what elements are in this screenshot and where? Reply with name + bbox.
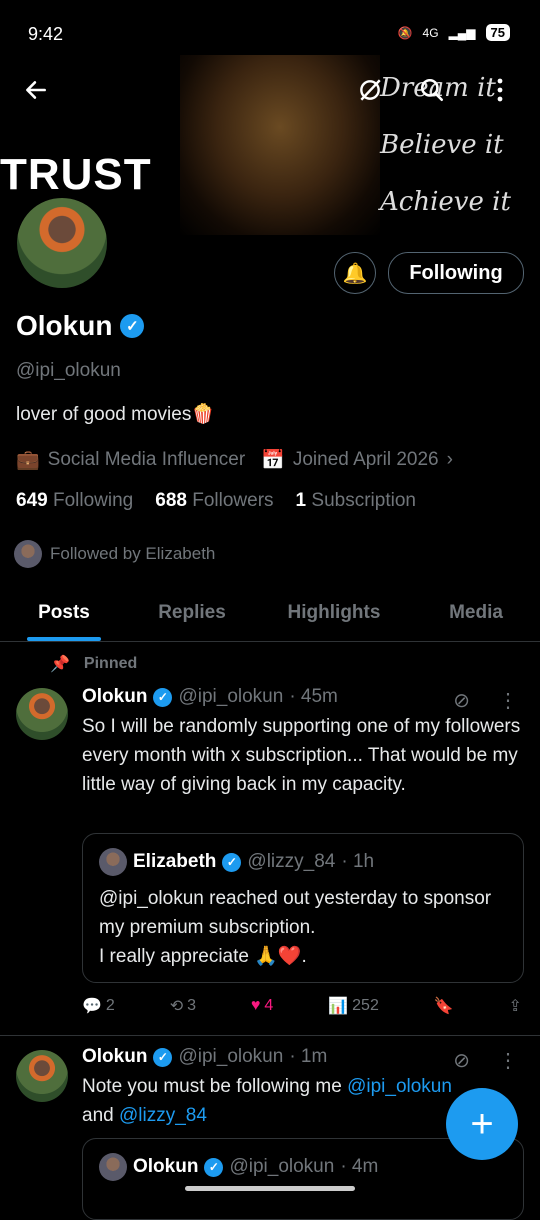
pinned-label: Pinned (83, 655, 138, 672)
share-icon[interactable]: ⇪ (509, 996, 522, 1016)
followers-count-link[interactable]: 688 Followers (155, 490, 273, 512)
like-button[interactable]: ♥ 4 (251, 996, 273, 1016)
mention-link[interactable]: @ipi_olokun (347, 1076, 452, 1097)
profile-tabs: Posts Replies Highlights Media (0, 585, 540, 642)
grok-icon[interactable]: ⊘ (453, 1048, 470, 1073)
reply-icon: 💬 (82, 998, 102, 1015)
notification-bell-button[interactable]: 🔔 (334, 252, 376, 294)
banner-line: Achieve it (380, 187, 511, 217)
quoted-author-handle: @ipi_olokun (229, 1156, 335, 1177)
profile-avatar[interactable] (14, 195, 110, 291)
following-button[interactable]: Following (388, 252, 524, 294)
views-button[interactable]: 📊 252 (328, 996, 379, 1016)
post-header: Olokun ✓ @ipi_olokun · 1m (82, 1046, 327, 1068)
followed-by-text: Followed by Elizabeth (50, 544, 216, 563)
profile-counts: 649 Following 688 Followers 1 Subscripti… (16, 490, 416, 512)
subscription-count-link[interactable]: 1 Subscription (296, 490, 416, 512)
profile-name-row: Olokun ✓ (16, 310, 145, 342)
post-avatar[interactable] (16, 688, 68, 740)
verified-badge-icon: ✓ (153, 687, 173, 707)
quoted-author-name: Olokun (133, 1156, 199, 1177)
profile-bio: lover of good movies🍿 (16, 404, 215, 425)
post-divider (0, 1035, 540, 1036)
mute-icon: 🔕 (397, 25, 413, 40)
bookmark-icon[interactable]: 🔖 (434, 996, 454, 1016)
profile-joined: Joined April 2026 (292, 449, 439, 470)
heart-icon: ♥ (250, 997, 261, 1014)
quoted-time: · 4m (340, 1156, 379, 1177)
signal-icon: ▂▄▆ (448, 25, 476, 40)
tab-posts[interactable]: Posts (0, 585, 128, 641)
plus-icon: + (470, 1101, 494, 1146)
back-arrow-icon[interactable] (16, 70, 56, 110)
verified-badge-icon: ✓ (222, 852, 242, 872)
followed-by[interactable]: Followed by Elizabeth (14, 540, 215, 568)
post-text: So I will be randomly supporting one of … (82, 716, 521, 795)
profile-name: Olokun (16, 310, 113, 341)
more-vertical-icon[interactable]: ⋮ (498, 1048, 518, 1073)
calendar-icon: 📅 (261, 450, 285, 471)
network-label: 4G (422, 25, 439, 40)
post-time: · 1m (289, 1046, 328, 1067)
more-vertical-icon[interactable] (480, 70, 520, 110)
profile-meta: 💼 Social Media Influencer 📅 Joined April… (16, 448, 453, 472)
profile-top-bar (0, 70, 540, 114)
tab-replies[interactable]: Replies (128, 585, 256, 641)
quoted-avatar (99, 848, 127, 876)
grok-icon[interactable] (350, 70, 390, 110)
quoted-post[interactable]: Elizabeth ✓ @lizzy_84 · 1h @ipi_olokun r… (82, 833, 524, 983)
banner-line: Believe it (380, 130, 504, 160)
post-time: · 45m (289, 686, 338, 707)
quoted-author-handle: @lizzy_84 (247, 851, 336, 872)
pin-icon: 📌 (50, 656, 70, 673)
banner-text-trust: TRUST (0, 150, 152, 199)
post-author-name[interactable]: Olokun (82, 1046, 147, 1068)
chevron-right-icon[interactable]: › (447, 449, 453, 471)
reply-button[interactable]: 💬 2 (82, 996, 115, 1016)
profile-handle: @ipi_olokun (16, 360, 121, 381)
profile-category: Social Media Influencer (47, 449, 246, 470)
status-time: 9:42 (28, 24, 64, 44)
briefcase-icon: 💼 (16, 450, 40, 471)
battery-level: 75 (485, 24, 510, 41)
post-avatar[interactable] (16, 1050, 68, 1102)
status-bar: 9:42 🔕 4G ▂▄▆ 75 (0, 0, 540, 52)
quoted-text: I really appreciate 🙏❤️. (99, 946, 307, 967)
views-icon: 📊 (328, 998, 349, 1015)
post-author-handle: @ipi_olokun (178, 1046, 284, 1067)
compose-button[interactable]: + (446, 1088, 518, 1160)
post-author-handle: @ipi_olokun (178, 686, 284, 707)
verified-badge-icon: ✓ (120, 314, 145, 338)
post-header: Olokun ✓ @ipi_olokun · 45m (82, 686, 338, 708)
verified-badge-icon: ✓ (204, 1157, 224, 1177)
tab-highlights[interactable]: Highlights (256, 585, 412, 641)
following-count-link[interactable]: 649 Following (16, 490, 133, 512)
bell-icon: 🔔 (342, 262, 368, 285)
repost-button[interactable]: ⟲ 3 (170, 996, 196, 1016)
quoted-text: @ipi_olokun reached out yesterday to spo… (99, 888, 492, 938)
verified-badge-icon: ✓ (153, 1047, 173, 1067)
search-icon[interactable] (412, 70, 452, 110)
quoted-author-name: Elizabeth (133, 851, 217, 872)
mention-link[interactable]: @lizzy_84 (119, 1105, 207, 1126)
tab-media[interactable]: Media (412, 585, 540, 641)
more-vertical-icon[interactable]: ⋮ (498, 688, 518, 713)
post-actions: 💬 2 ⟲ 3 ♥ 4 📊 252 🔖 ⇪ (82, 996, 522, 1016)
pinned-indicator: 📌 Pinned (50, 654, 137, 674)
repost-icon: ⟲ (169, 998, 184, 1015)
quoted-avatar (99, 1153, 127, 1181)
follower-avatar (14, 540, 42, 568)
quoted-time: · 1h (341, 851, 375, 872)
home-indicator[interactable] (185, 1186, 355, 1191)
grok-icon[interactable]: ⊘ (453, 688, 470, 713)
post-author-name[interactable]: Olokun (82, 686, 147, 708)
